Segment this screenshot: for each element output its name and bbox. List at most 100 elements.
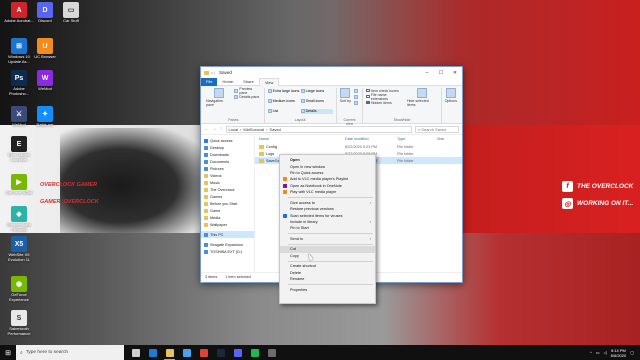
hide-selected-items-button[interactable]: Hide selected items [407,88,438,118]
star-icon [204,138,208,143]
nav-item-label: Downloads [210,152,229,157]
nav-item-pictures[interactable]: Pictures [201,165,254,172]
layout-medium-icons[interactable]: Medium icons [267,98,300,103]
tab-file[interactable]: File [201,77,218,86]
menu-item-play-with-vlc-media-player[interactable]: Play with VLC media player [280,189,375,195]
taskbar-app-steam[interactable] [212,345,229,360]
taskbar-app-store[interactable] [178,345,195,360]
minimize-button[interactable]: – [420,70,434,76]
add-columns-button[interactable] [353,94,358,99]
column-date-modified[interactable]: Date modified [345,137,397,141]
nav-item-quick-access[interactable]: Quick access [201,137,254,144]
desktop-icon[interactable]: ▭ Car Stuff [56,2,86,24]
wemod-icon: W [37,70,53,86]
quick-access-toolbar[interactable]: v | [211,70,215,75]
tab-share[interactable]: Share [238,78,259,86]
desktop-icon[interactable]: ◆ Wondershare Filmora9 [4,206,34,232]
menu-item-label: Include in library [290,219,318,224]
filmora-icon: ◆ [11,206,27,222]
title-bar[interactable]: v | Saved – ☐ ✕ [201,67,462,78]
volume-icon[interactable]: ◁ [604,350,607,355]
maximize-button[interactable]: ☐ [434,70,448,76]
search-input[interactable]: ⌕ Search Saved [415,125,459,133]
nav-item-drive[interactable]: Seagate Expansion [201,241,254,248]
desktop-icon[interactable]: X5 WebSite X5 Evolution 11 [4,236,34,262]
nav-item-media[interactable]: Media [201,214,254,221]
taskbar-app-task-view[interactable] [127,345,144,360]
group-by-button[interactable] [353,88,358,93]
menu-item-pin-to-start[interactable]: Pin to Start [280,225,375,231]
notifications-icon[interactable]: ▢ [630,350,634,355]
nav-item-videos[interactable]: Videos [201,172,254,179]
back-arrow-icon[interactable]: ← [204,126,209,132]
hidden-items-toggle[interactable]: Hidden items [366,100,404,105]
nav-item-the-overclock[interactable]: The Overclock [201,186,254,193]
address-bar[interactable]: Local › MidSurvival › Saved [225,125,412,133]
taskbar-app-chrome[interactable] [195,345,212,360]
menu-item-rename[interactable]: Rename [280,276,375,282]
nav-item-downloads[interactable]: Downloads [201,151,254,158]
nav-item-this-pc[interactable]: This PC [201,231,254,238]
file-row[interactable]: Config 8/22/2020 5:23 PM File folder [255,143,462,150]
layout-details[interactable]: Details [300,108,333,114]
taskbar-search-box[interactable]: ⌕ Type here to search [16,345,124,360]
tab-view[interactable]: View [258,77,280,86]
ribbon: Navigation pane Preview pane Details pan… [201,86,462,126]
layout-list[interactable]: List [267,109,300,114]
nav-item-wallpaper[interactable]: Wallpaper [201,221,254,228]
menu-item-copy[interactable]: Copy [280,253,375,259]
preview-pane-button[interactable]: Preview pane [234,87,260,95]
nav-item-game[interactable]: Game [201,207,254,214]
desktop-icon[interactable]: S Sabertooth Performance [4,310,34,336]
desktop-icon[interactable]: E Epic Games Launcher [4,136,34,162]
desktop-icon[interactable]: U UC Browser [30,38,60,60]
menu-item-label: Send to [290,236,304,241]
up-arrow-icon[interactable]: ↑ [220,126,223,132]
file-name-extensions-toggle[interactable]: File name extensions [366,93,404,101]
column-name[interactable]: Name [259,137,345,141]
layout-extra-large-icons[interactable]: Extra large icons [267,88,300,93]
options-button[interactable]: Options [445,88,457,118]
taskbar-app-edge[interactable] [144,345,161,360]
tab-home[interactable]: Home [217,78,238,86]
breadcrumb-item[interactable]: Saved [269,127,280,132]
nav-item-before-you-start[interactable]: Before you Start [201,200,254,207]
nav-item-desktop[interactable]: Desktop [201,144,254,151]
breadcrumb-item[interactable]: MidSurvival [243,127,264,132]
menu-item-send-to[interactable]: Send to › [280,236,375,242]
chevron-up-icon[interactable]: ^ [590,350,592,355]
desktop-icon[interactable]: ▶ GeForce NOW [4,174,34,196]
start-button[interactable]: ⊞ [0,345,16,360]
taskbar-app-obs[interactable] [263,345,280,360]
menu-item-label: Open in new window [290,164,326,169]
nav-item-games[interactable]: Games [201,193,254,200]
close-button[interactable]: ✕ [448,70,462,76]
desktop-icon[interactable]: ◉ GeForce Experience [4,276,34,302]
clock[interactable]: 5:14 PM 8/6/2020 [611,348,627,358]
nav-item-drive[interactable]: TOSHIBA EXT (D:) [201,248,254,255]
taskbar-app-spotify[interactable] [246,345,263,360]
network-icon[interactable]: ▭ [596,350,600,355]
menu-separator [288,243,373,245]
menu-item-properties[interactable]: Properties [280,287,375,293]
column-type[interactable]: Type [397,137,437,141]
layout-small-icons[interactable]: Small icons [300,98,333,103]
taskbar-app-explorer[interactable] [161,345,178,360]
desktop-icon[interactable]: ✦ Battle.net [30,106,60,128]
acrobat-icon: A [11,2,27,18]
nav-item-music[interactable]: Music [201,179,254,186]
options-icon [445,88,456,98]
forward-arrow-icon[interactable]: → [212,126,217,132]
menu-item-label: Pin to Start [290,226,309,231]
breadcrumb-item[interactable]: Local [229,127,239,132]
nav-item-documents[interactable]: Documents [201,158,254,165]
details-pane-button[interactable]: Details pane [234,94,260,99]
taskbar-app-discord[interactable] [229,345,246,360]
sort-by-button[interactable]: Sort by [340,88,351,118]
navigation-pane-button[interactable]: Navigation pane [206,88,231,118]
column-size[interactable]: Size [437,137,457,141]
desktop-icon[interactable]: W WeMod [30,70,60,92]
layout-large-icons[interactable]: Large icons [300,88,333,93]
size-columns-button[interactable] [353,100,358,105]
navigation-pane[interactable]: Quick access Desktop Downloads Documents Pic… [201,135,255,272]
